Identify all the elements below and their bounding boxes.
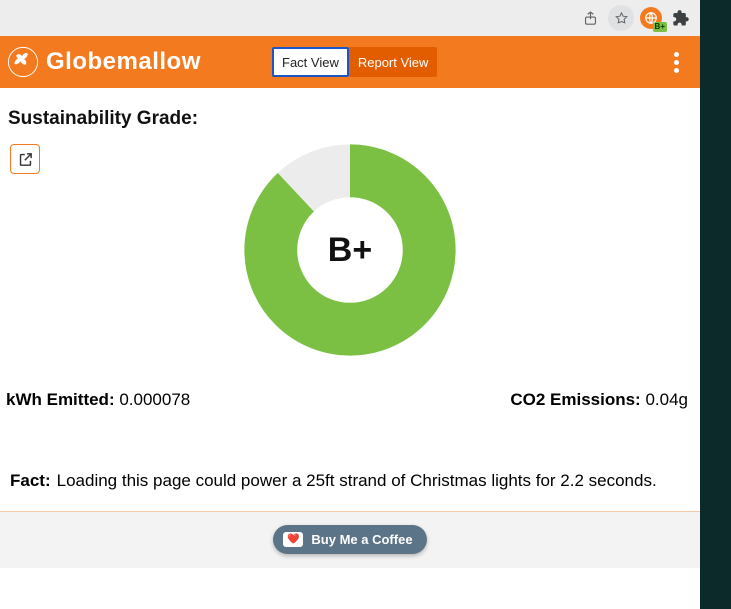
co2-stat: CO2 Emissions: 0.04g (510, 390, 688, 410)
more-menu-icon[interactable] (662, 48, 690, 76)
open-external-button[interactable] (10, 144, 40, 174)
view-tabs: Fact View Report View (272, 47, 437, 77)
share-os-icon[interactable] (578, 6, 602, 30)
grade-chart: B+ (0, 140, 700, 360)
globemallow-extension-icon[interactable]: B+ (640, 7, 662, 29)
brand-name: Globemallow (46, 48, 201, 76)
coffee-label: Buy Me a Coffee (311, 532, 412, 547)
main-content: Sustainability Grade: B+ kWh Emitted: 0.… (0, 88, 700, 609)
heart-icon: ❤️ (283, 532, 303, 547)
fact-text: Loading this page could power a 25ft str… (57, 470, 657, 493)
extension-badge: B+ (653, 22, 667, 32)
browser-toolbar: B+ (0, 0, 700, 36)
grade-heading: Sustainability Grade: (0, 88, 700, 130)
kwh-label: kWh Emitted: (6, 390, 115, 409)
buy-coffee-button[interactable]: ❤️ Buy Me a Coffee (273, 525, 426, 554)
kwh-stat: kWh Emitted: 0.000078 (6, 390, 190, 410)
extensions-puzzle-icon[interactable] (668, 6, 692, 30)
globe-logo-icon (6, 45, 40, 79)
co2-label: CO2 Emissions: (510, 390, 640, 409)
kwh-value: 0.000078 (119, 390, 190, 409)
fact-label: Fact: (10, 470, 51, 493)
fact-section: Fact: Loading this page could power a 25… (0, 410, 700, 503)
brand: Globemallow (6, 45, 201, 79)
app-header: Globemallow Fact View Report View (0, 36, 700, 88)
tab-report-view[interactable]: Report View (349, 47, 438, 77)
tab-fact-view[interactable]: Fact View (272, 47, 349, 77)
co2-value: 0.04g (645, 390, 688, 409)
grade-value: B+ (240, 140, 460, 360)
footer: ❤️ Buy Me a Coffee (0, 512, 700, 568)
browser-window: B+ Globemallow Fact View Report View (0, 0, 700, 609)
bookmark-star-icon[interactable] (608, 5, 634, 31)
